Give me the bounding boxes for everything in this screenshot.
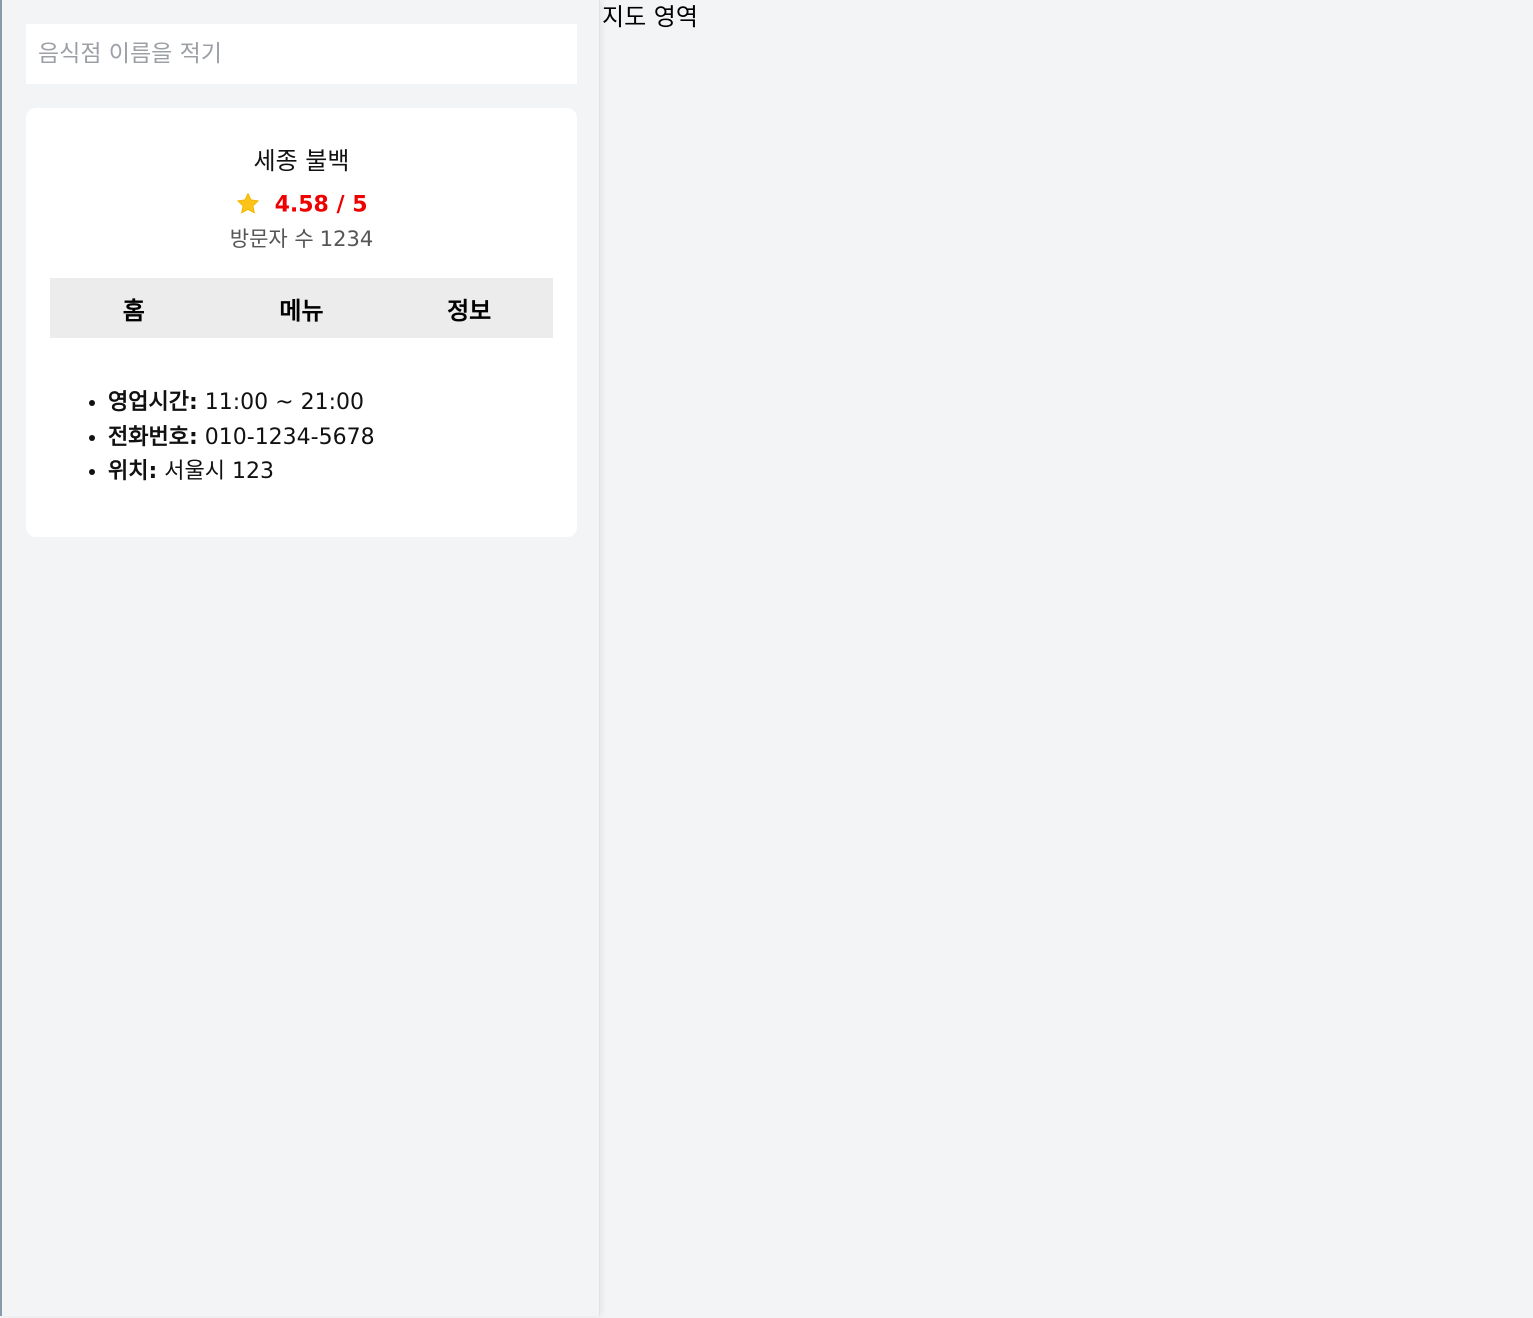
star-icon xyxy=(237,192,260,213)
visitor-count-value: 1234 xyxy=(319,227,374,251)
rating-row: 4.58 / 5 xyxy=(26,190,577,221)
restaurant-name: 세종 불백 xyxy=(253,147,350,175)
rating-value: 4.58 / 5 xyxy=(274,192,368,218)
info-label: 전화번호: xyxy=(108,424,198,450)
map-placeholder-label: 지도 영역 xyxy=(602,3,698,31)
tab-menu[interactable]: 메뉴 xyxy=(218,278,386,338)
restaurant-card: 세종 불백 4.58 / 5 방문자 수1234 홈 메뉴 정보 영업시간: 1… xyxy=(26,108,577,537)
info-item-location: 위치: 서울시 123 xyxy=(108,455,375,490)
info-label: 위치: xyxy=(108,459,158,484)
info-item-hours: 영업시간: 11:00 ~ 21:00 xyxy=(108,386,375,421)
visitor-count: 방문자 수 1234 xyxy=(26,224,577,254)
info-value: 010-1234-5678 xyxy=(197,424,375,450)
info-item-phone: 전화번호: 010-1234-5678 xyxy=(108,421,375,456)
sidebar: 세종 불백 4.58 / 5 방문자 수1234 홈 메뉴 정보 영업시간: 1… xyxy=(0,0,600,1316)
tab-bar: 홈 메뉴 정보 xyxy=(50,278,553,338)
app-root: 세종 불백 4.58 / 5 방문자 수1234 홈 메뉴 정보 영업시간: 1… xyxy=(0,0,1533,1318)
info-list: 영업시간: 11:00 ~ 21:00 전화번호: 010-1234-5678 … xyxy=(58,386,375,490)
map-area[interactable]: 지도 영역 xyxy=(602,0,1533,1318)
info-label: 영업시간: xyxy=(108,390,198,415)
tab-home[interactable]: 홈 xyxy=(50,278,218,338)
search-input[interactable] xyxy=(26,24,577,84)
visitor-count-label: 방문자 수 xyxy=(229,227,314,251)
info-value: 서울시 123 xyxy=(157,459,274,484)
info-value: 11:00 ~ 21:00 xyxy=(197,390,364,415)
tab-info[interactable]: 정보 xyxy=(385,278,553,338)
